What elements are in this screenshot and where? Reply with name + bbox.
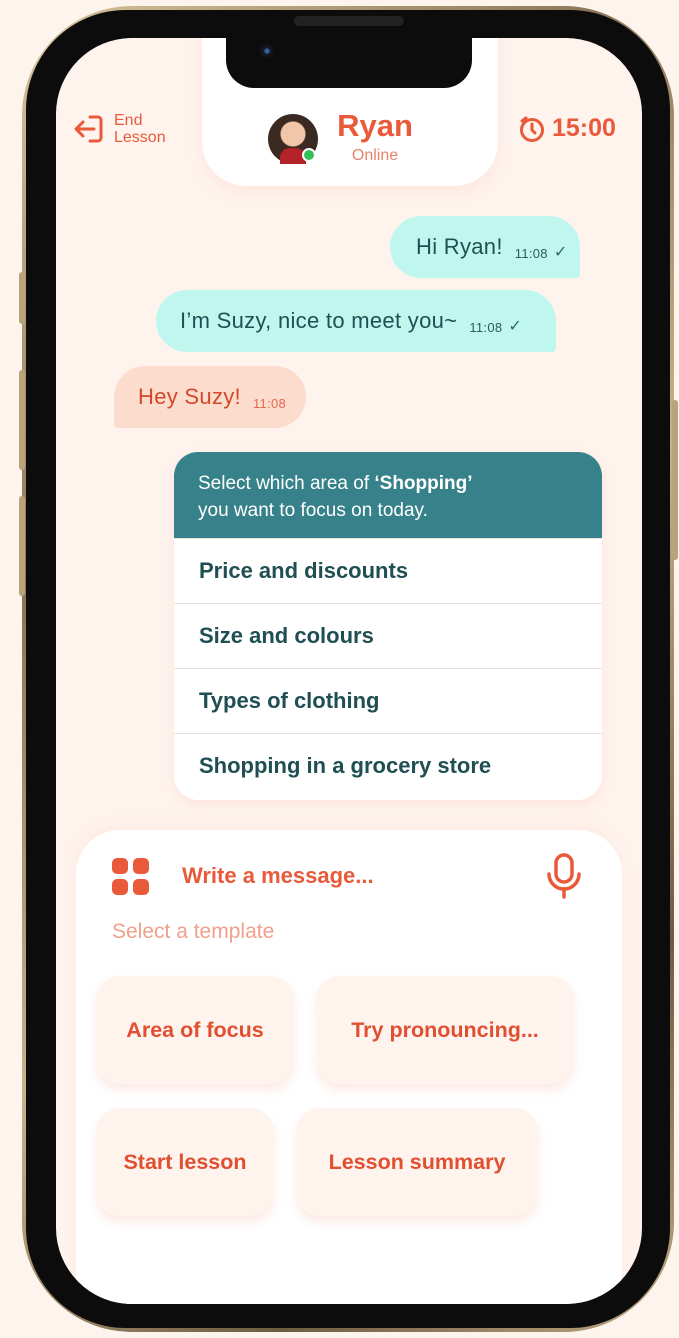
read-check-icon: ✓ (553, 244, 568, 261)
end-lesson-button[interactable]: End Lesson (74, 112, 184, 146)
message-time: 11:08 (514, 245, 548, 261)
template-area-of-focus[interactable]: Area of focus (96, 976, 294, 1084)
message-text: Hi Ryan! (416, 234, 503, 259)
timer-value: 15:00 (552, 114, 616, 142)
focus-area-prompt: Select which area of ‘Shopping’ you want… (174, 452, 602, 538)
chat-screen: End Lesson Ryan Online 15:00 Hi Ryan! 11… (56, 38, 642, 1304)
prompt-topic: ‘Shopping’ (374, 473, 473, 494)
volume-up-button (19, 370, 25, 470)
silent-switch (19, 272, 25, 324)
prompt-suffix: you want to focus on today. (198, 500, 428, 521)
template-try-pronouncing[interactable]: Try pronouncing... (316, 976, 574, 1084)
contact-name: Ryan (337, 108, 413, 143)
microphone-icon[interactable] (544, 852, 584, 900)
contact-status: Online (351, 147, 399, 164)
prompt-prefix: Select which area of (198, 473, 375, 494)
volume-down-button (19, 496, 25, 596)
message-composer: Select a template Area of focus Try pron… (76, 830, 622, 1304)
speaker-grille (294, 16, 404, 26)
notch (226, 38, 472, 88)
message-text: I’m Suzy, nice to meet you~ (180, 308, 458, 333)
focus-area-card: Select which area of ‘Shopping’ you want… (174, 452, 602, 800)
avatar[interactable] (268, 114, 318, 164)
exit-icon (74, 115, 103, 143)
message-bubble-outgoing[interactable]: Hi Ryan! 11:08 ✓ (390, 216, 580, 278)
grid-icon[interactable] (112, 858, 150, 896)
message-input[interactable] (182, 856, 522, 896)
read-check-icon: ✓ (508, 318, 523, 335)
front-camera (259, 43, 275, 59)
focus-option-grocery-store[interactable]: Shopping in a grocery store (174, 733, 602, 798)
template-lesson-summary[interactable]: Lesson summary (296, 1108, 538, 1216)
message-text: Hey Suzy! (138, 384, 241, 409)
template-label: Select a template (112, 920, 275, 943)
focus-option-size-and-colours[interactable]: Size and colours (174, 603, 602, 668)
message-time: 11:08 (469, 319, 503, 335)
focus-option-types-of-clothing[interactable]: Types of clothing (174, 668, 602, 733)
end-lesson-label: End Lesson (114, 112, 166, 146)
template-start-lesson[interactable]: Start lesson (96, 1108, 274, 1216)
power-button (672, 400, 678, 560)
focus-option-price-and-discounts[interactable]: Price and discounts (174, 538, 602, 603)
message-bubble-outgoing[interactable]: I’m Suzy, nice to meet you~ 11:08 ✓ (156, 290, 557, 352)
timer-icon (520, 116, 544, 142)
message-bubble-incoming[interactable]: Hey Suzy! 11:08 (114, 366, 307, 428)
message-time: 11:08 (252, 395, 287, 411)
online-status-dot (302, 148, 316, 162)
lesson-timer: 15:00 (518, 114, 616, 143)
